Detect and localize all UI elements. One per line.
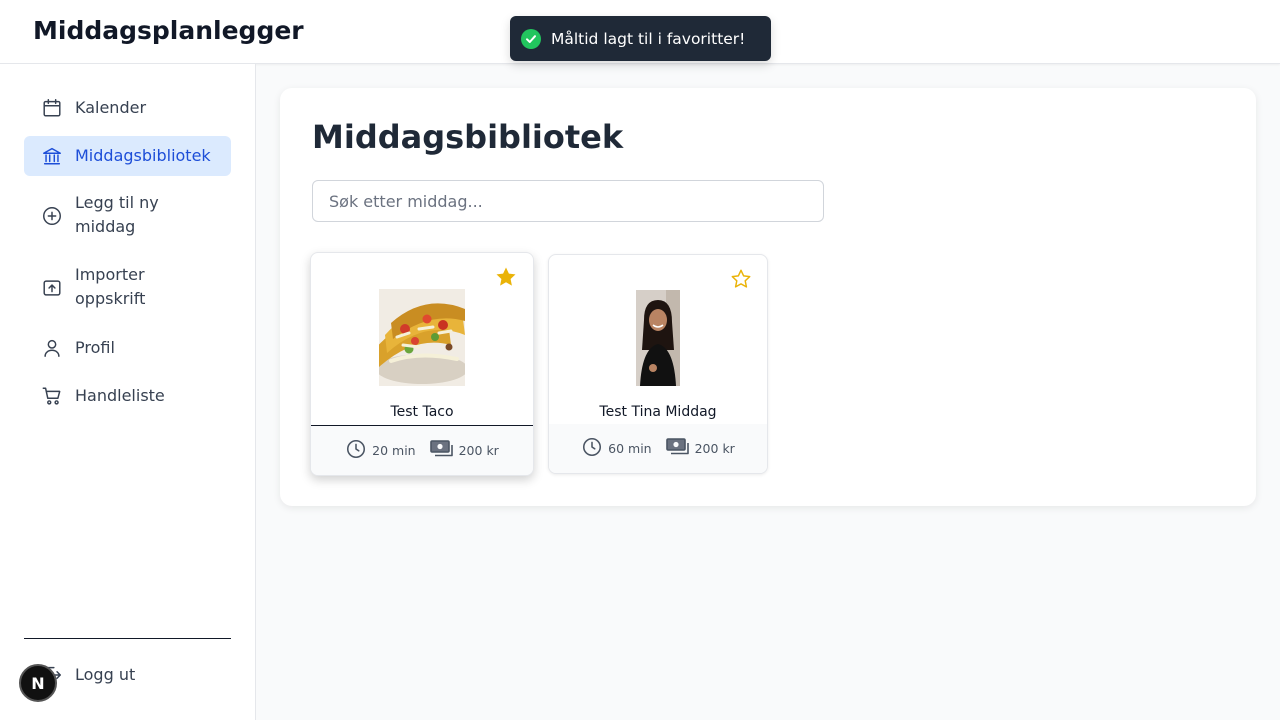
prep-time-value: 20 min [372,443,416,458]
sidebar-divider [24,638,231,639]
sidebar-item-label: Legg til ny middag [75,193,159,236]
sidebar-item-middagsbibliotek[interactable]: Middagsbibliotek [24,136,231,176]
search-input[interactable] [312,180,824,222]
star-filled-icon[interactable] [494,265,518,289]
sidebar-item-importer[interactable]: Importer oppskrift [24,256,231,320]
sidebar-item-label: Kalender [75,98,147,117]
sidebar-item-label: Importer oppskrift [75,265,146,308]
money-icon [665,437,690,460]
money-icon [429,439,454,462]
plus-circle-icon [40,204,64,228]
page-title: Middagsbibliotek [312,118,624,156]
sidebar-item-handleliste[interactable]: Handleliste [24,376,231,416]
card-footer: 60 min 200 kr [549,424,767,473]
sidebar-item-legg-til[interactable]: Legg til ny middag [24,184,231,248]
meal-cost: 200 kr [665,437,735,460]
clock-icon [581,436,603,461]
success-toast: Måltid lagt til i favoritter! [510,16,771,61]
user-icon [40,336,64,360]
library-panel: Middagsbibliotek Te [280,88,1256,506]
logout-label: Logg ut [75,665,136,684]
sidebar-item-kalender[interactable]: Kalender [24,88,231,128]
meal-name: Test Taco [390,404,454,420]
app-title: Middagsplanlegger [33,16,304,45]
upload-icon [40,276,64,300]
prep-time-value: 60 min [608,441,652,456]
toast-message: Måltid lagt til i favoritter! [551,29,746,48]
cart-icon [40,384,64,408]
prep-time: 60 min [581,436,652,461]
card-footer: 20 min 200 kr [311,426,533,475]
calendar-icon [40,96,64,120]
library-icon [40,144,64,168]
prep-time: 20 min [345,438,416,463]
sidebar-item-label: Middagsbibliotek [75,146,211,165]
sidebar-item-profil[interactable]: Profil [24,328,231,368]
dev-badge[interactable]: N [19,664,57,702]
meal-image [636,290,680,386]
meal-cost: 200 kr [429,439,499,462]
meal-card-test-taco[interactable]: Test Taco 20 min 200 kr [310,252,534,476]
meal-cost-value: 200 kr [458,443,499,458]
meal-image [379,289,465,386]
clock-icon [345,438,367,463]
sidebar: Kalender Middagsbibliotek Legg til ny mi… [0,64,256,720]
meal-card-test-tina-middag[interactable]: Test Tina Middag 60 min 200 kr [548,254,768,474]
meal-cost-value: 200 kr [694,441,735,456]
meal-name: Test Tina Middag [599,404,717,420]
sidebar-item-label: Handleliste [75,386,165,405]
check-circle-icon [521,28,541,49]
star-outline-icon[interactable] [729,267,753,291]
sidebar-item-label: Profil [75,338,115,357]
